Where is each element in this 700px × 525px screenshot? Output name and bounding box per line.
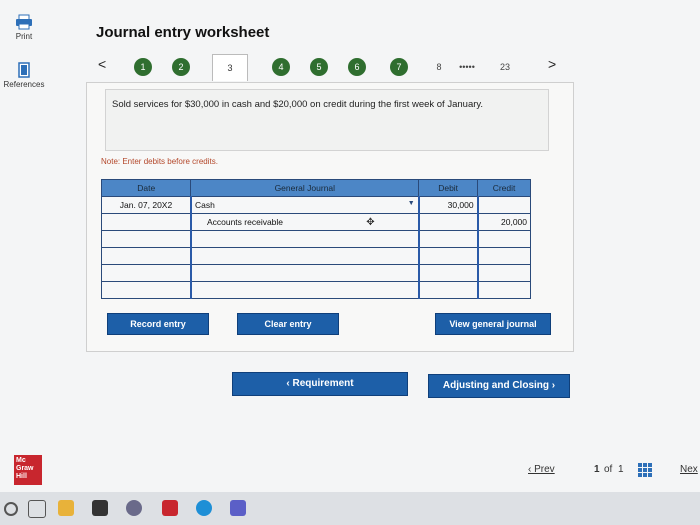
question-text: Sold services for $30,000 in cash and $2… (105, 89, 549, 151)
date-cell[interactable] (100, 247, 192, 265)
references-label: References (3, 80, 45, 89)
step-7[interactable]: 7 (390, 58, 408, 76)
header-date: Date (100, 179, 192, 197)
table-row: Jan. 07, 20X2 Cash ▼ 30,000 (100, 196, 531, 214)
date-cell[interactable] (100, 213, 192, 231)
adjusting-closing-button[interactable]: Adjusting and Closing › (428, 374, 570, 398)
page-current: 1 (594, 464, 600, 475)
windows-taskbar (0, 492, 700, 525)
header-debit: Debit (418, 179, 479, 197)
move-cursor-icon: ✥ (366, 216, 375, 228)
page: Print References Journal entry worksheet… (0, 0, 700, 492)
date-cell[interactable] (100, 281, 192, 299)
table-row (100, 264, 531, 282)
book-icon (18, 62, 30, 78)
record-entry-button[interactable]: Record entry (107, 313, 209, 335)
step-4[interactable]: 4 (272, 58, 290, 76)
worksheet-card: Sold services for $30,000 in cash and $2… (86, 82, 574, 352)
office-icon[interactable] (162, 500, 178, 516)
step-5[interactable]: 5 (310, 58, 328, 76)
account-value: Cash (194, 200, 215, 210)
step-2[interactable]: 2 (172, 58, 190, 76)
account-select[interactable]: Cash ▼ (189, 196, 420, 214)
mcgraw-hill-logo: Mc Graw Hill (14, 455, 42, 485)
dropdown-arrow-icon[interactable]: ▼ (408, 200, 415, 207)
debit-cell[interactable] (417, 281, 479, 299)
credit-cell[interactable] (476, 281, 531, 299)
debit-cell[interactable] (417, 230, 479, 248)
account-value: Accounts receivable (206, 216, 284, 227)
credit-cell[interactable]: 20,000 (476, 213, 531, 231)
view-general-journal-button[interactable]: View general journal (435, 313, 551, 335)
date-cell[interactable] (100, 230, 192, 248)
page-title: Journal entry worksheet (96, 24, 270, 41)
store-icon[interactable] (92, 500, 108, 516)
header-general-journal: General Journal (190, 179, 420, 197)
page-total: 1 (618, 464, 624, 475)
file-explorer-icon[interactable] (58, 500, 74, 516)
account-select[interactable] (189, 247, 420, 265)
step-6[interactable]: 6 (348, 58, 366, 76)
prev-step-arrow[interactable]: < (98, 56, 106, 72)
page-of: of (604, 464, 613, 475)
account-select[interactable] (189, 264, 420, 282)
credit-cell[interactable] (476, 264, 531, 282)
account-select[interactable]: Accounts receivable ✥ (189, 213, 420, 231)
grid-icon[interactable] (638, 463, 652, 477)
account-select[interactable] (189, 230, 420, 248)
print-button[interactable]: Print (0, 14, 48, 41)
print-label: Print (15, 32, 33, 41)
date-cell[interactable] (100, 264, 192, 282)
edge-browser-icon[interactable] (196, 500, 212, 516)
credit-cell[interactable] (476, 247, 531, 265)
left-toolbar: Print References (0, 0, 48, 492)
step-navigation: < 1 2 3 4 5 6 7 8 ••••• 23 > (92, 52, 572, 82)
people-icon[interactable] (126, 500, 142, 516)
references-button[interactable]: References (0, 62, 48, 89)
header-credit: Credit (477, 179, 531, 197)
debit-credit-note: Note: Enter debits before credits. (101, 157, 218, 166)
step-ellipsis: ••••• (459, 62, 475, 72)
teams-icon[interactable] (230, 500, 246, 516)
date-cell[interactable]: Jan. 07, 20X2 (100, 196, 192, 214)
step-3-current[interactable]: 3 (212, 54, 248, 81)
credit-cell[interactable] (476, 196, 531, 214)
debit-cell[interactable] (417, 213, 479, 231)
table-row (100, 281, 531, 299)
debit-cell[interactable] (417, 247, 479, 265)
debit-cell[interactable]: 30,000 (417, 196, 479, 214)
search-icon[interactable] (4, 502, 18, 516)
table-row (100, 247, 531, 265)
step-1[interactable]: 1 (134, 58, 152, 76)
next-step-arrow[interactable]: > (548, 56, 556, 72)
journal-table: Date General Journal Debit Credit Jan. 0… (100, 179, 531, 299)
clear-entry-button[interactable]: Clear entry (237, 313, 339, 335)
next-page-link[interactable]: Nex (680, 464, 698, 475)
task-view-icon[interactable] (28, 500, 46, 518)
table-row: Accounts receivable ✥ 20,000 (100, 213, 531, 231)
step-8[interactable]: 8 (430, 58, 448, 76)
credit-cell[interactable] (476, 230, 531, 248)
prev-page-link[interactable]: ‹ Prev (528, 464, 555, 475)
printer-icon (16, 14, 32, 30)
debit-cell[interactable] (417, 264, 479, 282)
account-select[interactable] (189, 281, 420, 299)
step-23[interactable]: 23 (496, 58, 514, 76)
table-row (100, 230, 531, 248)
requirement-button[interactable]: ‹ Requirement (232, 372, 408, 396)
journal-header-row: Date General Journal Debit Credit (100, 179, 531, 197)
